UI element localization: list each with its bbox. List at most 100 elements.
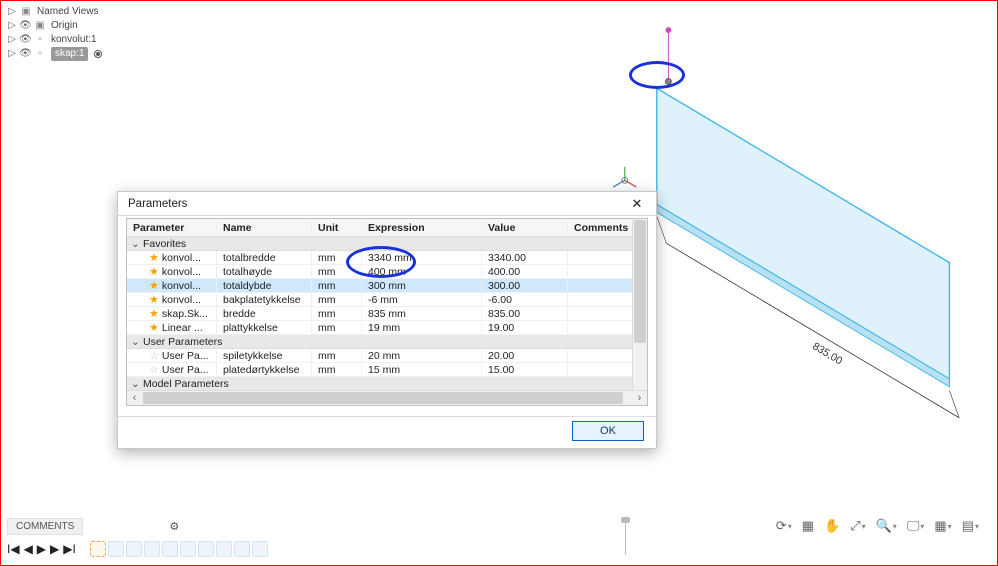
cell-expression[interactable]: 20 mm: [362, 349, 482, 362]
tree-item-label: konvolut:1: [51, 33, 97, 47]
zoom-button[interactable]: ⤢▾: [850, 518, 865, 534]
star-icon[interactable]: ★: [149, 307, 159, 320]
col-name[interactable]: Name: [217, 219, 312, 236]
table-row[interactable]: ☆User Pa...spiletykkelsemm20 mm20.00: [127, 349, 647, 363]
chevron-down-icon: ▾: [893, 522, 897, 531]
timeline-marker[interactable]: [625, 519, 626, 555]
cell-unit: mm: [312, 307, 362, 320]
cell-expression[interactable]: 835 mm: [362, 307, 482, 320]
col-expression[interactable]: Expression: [362, 219, 482, 236]
table-row[interactable]: ☆User Pa...platedørtykkelsemm15 mm15.00: [127, 363, 647, 377]
app-frame: ▷ ▣ Named Views ▷ 👁 ▣ Origin ▷ 👁 ▫ konvo…: [0, 0, 998, 566]
browser-tree: ▷ ▣ Named Views ▷ 👁 ▣ Origin ▷ 👁 ▫ konvo…: [7, 5, 102, 61]
table-row[interactable]: ★skap.Sk...breddemm835 mm835.00: [127, 307, 647, 321]
cell-expression[interactable]: 300 mm: [362, 279, 482, 292]
orbit-button[interactable]: ⟳▾: [776, 518, 792, 534]
component-icon: ▫: [33, 47, 47, 61]
view-toolbar: ⟳▾ ▦ ✋ ⤢▾ 🔍▾ 🖵▾ ▦▾ ▤▾: [776, 517, 979, 535]
cell-unit: mm: [312, 321, 362, 334]
chevron-down-icon: ▾: [788, 522, 792, 531]
tree-item-skap[interactable]: ▷ 👁 ▫ skap:1: [7, 47, 102, 61]
timeline-item[interactable]: [252, 541, 268, 557]
table-row[interactable]: ★konvol...bakplatetykkelsemm-6 mm-6.00: [127, 293, 647, 307]
scrollbar-thumb[interactable]: [143, 392, 623, 404]
timeline-start-button[interactable]: I◀: [7, 542, 20, 556]
cell-comments: [568, 293, 640, 306]
eye-icon[interactable]: 👁: [19, 33, 31, 47]
fit-button[interactable]: 🔍▾: [876, 518, 897, 534]
tree-item-label: Named Views: [37, 5, 99, 19]
eye-icon[interactable]: 👁: [19, 47, 31, 61]
star-icon[interactable]: ☆: [149, 349, 159, 362]
timeline-item[interactable]: [162, 541, 178, 557]
lookat-button[interactable]: ▦: [802, 518, 814, 534]
cell-parameter: ☆User Pa...: [127, 349, 217, 362]
cell-expression[interactable]: -6 mm: [362, 293, 482, 306]
dialog-footer: OK: [118, 416, 656, 444]
grid-settings-button[interactable]: ▦▾: [934, 518, 951, 534]
scroll-right-icon[interactable]: ›: [632, 391, 647, 406]
timeline-item[interactable]: [180, 541, 196, 557]
ok-button[interactable]: OK: [572, 421, 644, 441]
star-icon[interactable]: ★: [149, 321, 159, 334]
pan-button[interactable]: ✋: [824, 518, 840, 534]
col-value[interactable]: Value: [482, 219, 568, 236]
chevron-down-icon: ▾: [862, 522, 866, 531]
timeline-item[interactable]: [198, 541, 214, 557]
star-icon[interactable]: ☆: [149, 363, 159, 376]
tree-item-origin[interactable]: ▷ 👁 ▣ Origin: [7, 19, 102, 33]
active-component-icon[interactable]: [94, 50, 102, 58]
cell-expression[interactable]: 19 mm: [362, 321, 482, 334]
cell-value: 300.00: [482, 279, 568, 292]
eye-icon[interactable]: 👁: [19, 19, 31, 33]
cell-comments: [568, 251, 640, 264]
star-icon[interactable]: ★: [149, 265, 159, 278]
vertical-scrollbar[interactable]: [632, 219, 647, 390]
cell-name: plattykkelse: [217, 321, 312, 334]
col-unit[interactable]: Unit: [312, 219, 362, 236]
timeline-end-button[interactable]: ▶I: [63, 542, 76, 556]
folder-icon: ▣: [19, 5, 33, 19]
timeline-item[interactable]: [90, 541, 106, 557]
scrollbar-thumb[interactable]: [634, 220, 646, 343]
folder-icon: ▣: [33, 19, 47, 33]
group-user-parameters[interactable]: ⌄User Parameters: [127, 335, 647, 349]
timeline-item[interactable]: [144, 541, 160, 557]
timeline-stepback-button[interactable]: ◀: [24, 542, 33, 556]
timeline-item[interactable]: [216, 541, 232, 557]
star-icon[interactable]: ★: [149, 251, 159, 264]
dimension-label: 835,00: [810, 340, 844, 367]
scroll-left-icon[interactable]: ‹: [127, 391, 142, 406]
timeline-item[interactable]: [108, 541, 124, 557]
cell-comments: [568, 321, 640, 334]
group-model-parameters[interactable]: ⌄Model Parameters: [127, 377, 647, 391]
viewport-layout-button[interactable]: ▤▾: [962, 518, 979, 534]
chevron-down-icon: ⌄: [131, 238, 143, 250]
timeline-item[interactable]: [126, 541, 142, 557]
col-comments[interactable]: Comments: [568, 219, 640, 236]
table-row[interactable]: ★konvol...totaldybdemm300 mm300.00: [127, 279, 647, 293]
star-icon[interactable]: ★: [149, 293, 159, 306]
timeline-play-button[interactable]: ▶: [37, 542, 46, 556]
tree-item-named-views[interactable]: ▷ ▣ Named Views: [7, 5, 102, 19]
cell-value: 3340.00: [482, 251, 568, 264]
cell-name: bredde: [217, 307, 312, 320]
close-icon[interactable]: ✕: [624, 195, 650, 213]
table-row[interactable]: ★Linear ...plattykkelsemm19 mm19.00: [127, 321, 647, 335]
cell-expression[interactable]: 15 mm: [362, 363, 482, 376]
timeline-item[interactable]: [234, 541, 250, 557]
display-settings-button[interactable]: 🖵▾: [907, 518, 925, 534]
gear-icon[interactable]: ⚙: [169, 520, 179, 533]
comments-tab[interactable]: COMMENTS: [7, 518, 83, 535]
dialog-titlebar[interactable]: Parameters ✕: [118, 192, 656, 216]
annotation-circle: [346, 246, 416, 278]
chevron-down-icon: ▾: [975, 522, 979, 531]
col-parameter[interactable]: Parameter: [127, 219, 217, 236]
cell-parameter: ★konvol...: [127, 265, 217, 278]
timeline-stepfwd-button[interactable]: ▶: [50, 542, 59, 556]
star-icon[interactable]: ★: [149, 279, 159, 292]
horizontal-scrollbar[interactable]: ‹ ›: [127, 390, 647, 405]
component-icon: ▫: [33, 33, 47, 47]
tree-item-konvolut[interactable]: ▷ 👁 ▫ konvolut:1: [7, 33, 102, 47]
cell-value: -6.00: [482, 293, 568, 306]
